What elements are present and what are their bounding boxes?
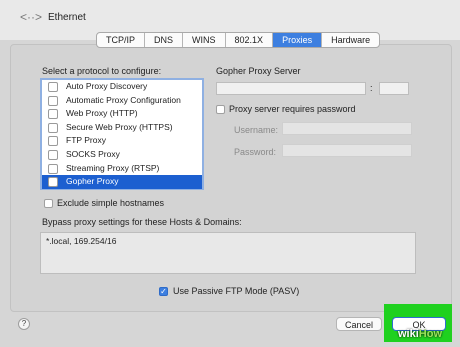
passive-ftp-label: Use Passive FTP Mode (PASV) xyxy=(173,286,300,296)
requires-password-label: Proxy server requires password xyxy=(229,104,356,114)
exclude-simple-hostnames-checkbox[interactable] xyxy=(44,199,53,208)
wikihow-watermark: wikiHow xyxy=(398,328,442,340)
protocol-checkbox[interactable] xyxy=(48,136,58,147)
protocol-item-automatic-proxy-configuration[interactable]: Automatic Proxy Configuration xyxy=(42,94,202,108)
tab-proxies[interactable]: Proxies xyxy=(273,33,323,47)
protocol-checkbox[interactable] xyxy=(48,149,58,160)
passive-ftp-checkbox[interactable]: ✓ xyxy=(159,287,168,296)
protocol-checkbox[interactable] xyxy=(48,122,58,133)
bypass-hosts-textarea[interactable]: *.local, 169.254/16 xyxy=(40,232,416,274)
username-field[interactable] xyxy=(282,122,412,135)
protocol-checkbox[interactable] xyxy=(48,82,58,92)
protocol-label: Auto Proxy Discovery xyxy=(66,81,148,91)
tab-tcpip[interactable]: TCP/IP xyxy=(97,33,146,47)
watermark-wiki: wiki xyxy=(398,328,419,340)
proxy-port-field[interactable] xyxy=(379,82,409,95)
username-label: Username: xyxy=(234,125,279,135)
exclude-simple-hostnames-label: Exclude simple hostnames xyxy=(57,198,165,208)
protocol-item-web-proxy[interactable]: Web Proxy (HTTP) xyxy=(42,107,202,121)
protocol-checkbox[interactable] xyxy=(48,177,58,188)
tab-hardware[interactable]: Hardware xyxy=(322,33,379,47)
bypass-heading: Bypass proxy settings for these Hosts & … xyxy=(42,217,242,227)
protocol-label: Gopher Proxy xyxy=(66,176,119,187)
watermark-how: How xyxy=(418,328,443,340)
cancel-button[interactable]: Cancel xyxy=(336,317,382,331)
protocol-label: SOCKS Proxy xyxy=(66,148,120,159)
password-label: Password: xyxy=(234,147,277,157)
protocol-label: Automatic Proxy Configuration xyxy=(66,94,181,105)
protocol-label: Streaming Proxy (RTSP) xyxy=(66,162,160,173)
protocol-item-ftp-proxy[interactable]: FTP Proxy xyxy=(42,134,202,148)
window-title: Ethernet xyxy=(48,12,86,23)
back-forward-arrows-icon[interactable]: <··> xyxy=(20,10,42,24)
tab-wins[interactable]: WINS xyxy=(183,33,226,47)
protocol-item-auto-proxy-discovery[interactable]: Auto Proxy Discovery xyxy=(42,80,202,94)
password-field[interactable] xyxy=(282,144,412,157)
requires-password-checkbox[interactable] xyxy=(216,105,225,114)
proxy-host-field[interactable] xyxy=(216,82,366,95)
protocol-list-heading: Select a protocol to configure: xyxy=(42,66,162,76)
protocol-item-socks-proxy[interactable]: SOCKS Proxy xyxy=(42,148,202,162)
tab-dns[interactable]: DNS xyxy=(145,33,184,47)
protocol-item-streaming-proxy[interactable]: Streaming Proxy (RTSP) xyxy=(42,162,202,176)
protocol-checkbox[interactable] xyxy=(48,109,58,120)
tab-bar: TCP/IP DNS WINS 802.1X Proxies Hardware xyxy=(96,32,381,48)
protocol-list: Auto Proxy Discovery Automatic Proxy Con… xyxy=(40,78,204,190)
protocol-item-secure-web-proxy[interactable]: Secure Web Proxy (HTTPS) xyxy=(42,121,202,135)
port-separator: : xyxy=(370,83,373,93)
protocol-label: Web Proxy (HTTP) xyxy=(66,108,138,119)
protocol-checkbox[interactable] xyxy=(48,163,58,174)
tab-8021x[interactable]: 802.1X xyxy=(226,33,274,47)
proxy-server-heading: Gopher Proxy Server xyxy=(216,66,301,76)
protocol-item-gopher-proxy[interactable]: Gopher Proxy xyxy=(42,175,202,189)
protocol-label: FTP Proxy xyxy=(66,135,106,146)
protocol-checkbox[interactable] xyxy=(48,95,58,106)
protocol-label: Secure Web Proxy (HTTPS) xyxy=(66,121,173,132)
help-button[interactable]: ? xyxy=(18,318,30,330)
